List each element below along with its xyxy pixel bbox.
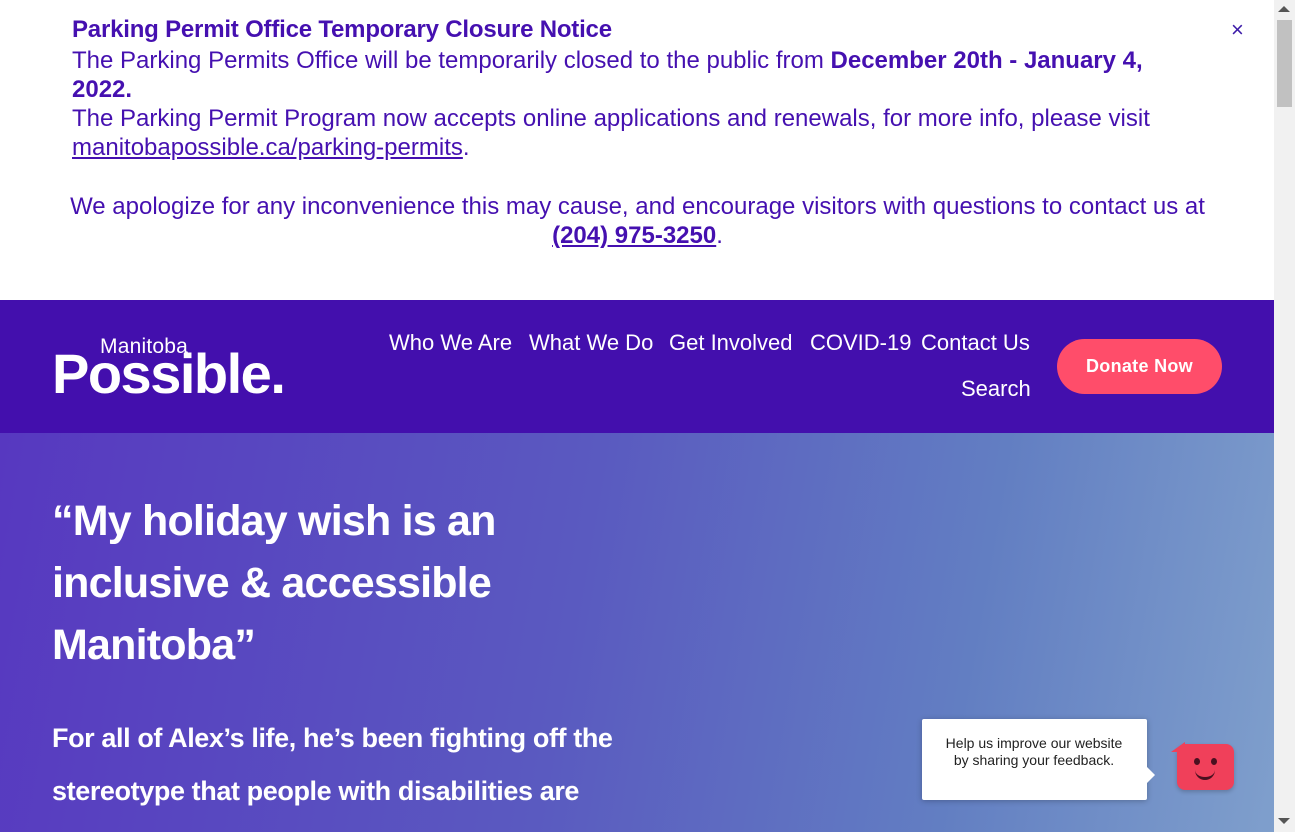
manitoba-possible-logo[interactable]: Manitoba Possible. [52,335,352,405]
nav-covid-19[interactable]: COVID-19 [810,330,911,356]
smiley-right-eye [1211,758,1217,765]
smiley-mouth [1195,767,1215,780]
scroll-thumb[interactable] [1277,20,1292,107]
logo-big-text: Possible. [52,342,286,405]
page: Parking Permit Office Temporary Closure … [0,0,1274,832]
nav-contact-us[interactable]: Contact Us [921,330,1030,356]
closure-notice-banner: Parking Permit Office Temporary Closure … [0,0,1274,300]
phone-link[interactable]: (204) 975-3250 [552,222,716,249]
notice-body: The Parking Permits Office will be tempo… [72,46,1152,162]
hero-title: “My holiday wish is an inclusive & acces… [52,497,496,669]
hero-text: For all of Alex’s life, he’s been fighti… [52,723,613,806]
feedback-text: Help us improve our website by sharing y… [945,735,1123,768]
phone-suffix: . [716,222,723,249]
notice-apology: We apologize for any inconvenience this … [60,192,1215,250]
tooltip-pointer [1147,767,1155,783]
notice-line2: The Parking Permit Program now accepts o… [72,105,1150,132]
feedback-tooltip[interactable]: Help us improve our website by sharing y… [922,719,1155,800]
vertical-scrollbar[interactable] [1274,0,1295,832]
parking-permits-link[interactable]: manitobapossible.ca/parking-permits [72,134,463,161]
feedback-smiley-button[interactable] [1171,742,1234,790]
apology-text: We apologize for any inconvenience this … [70,193,1205,220]
scroll-down-arrow-icon[interactable] [1278,818,1290,824]
scroll-up-arrow-icon[interactable] [1278,6,1290,12]
donate-now-button[interactable]: Donate Now [1057,339,1222,394]
smiley-left-eye [1194,758,1200,765]
notice-title: Parking Permit Office Temporary Closure … [72,16,612,43]
chat-tail [1171,742,1185,752]
close-icon[interactable]: × [1231,19,1244,41]
nav-search[interactable]: Search [961,376,1031,402]
nav-get-involved[interactable]: Get Involved [669,330,793,356]
notice-line1: The Parking Permits Office will be tempo… [72,47,831,74]
nav-who-we-are[interactable]: Who We Are [389,330,512,356]
nav-what-we-do[interactable]: What We Do [529,330,653,356]
link-suffix: . [462,134,470,161]
